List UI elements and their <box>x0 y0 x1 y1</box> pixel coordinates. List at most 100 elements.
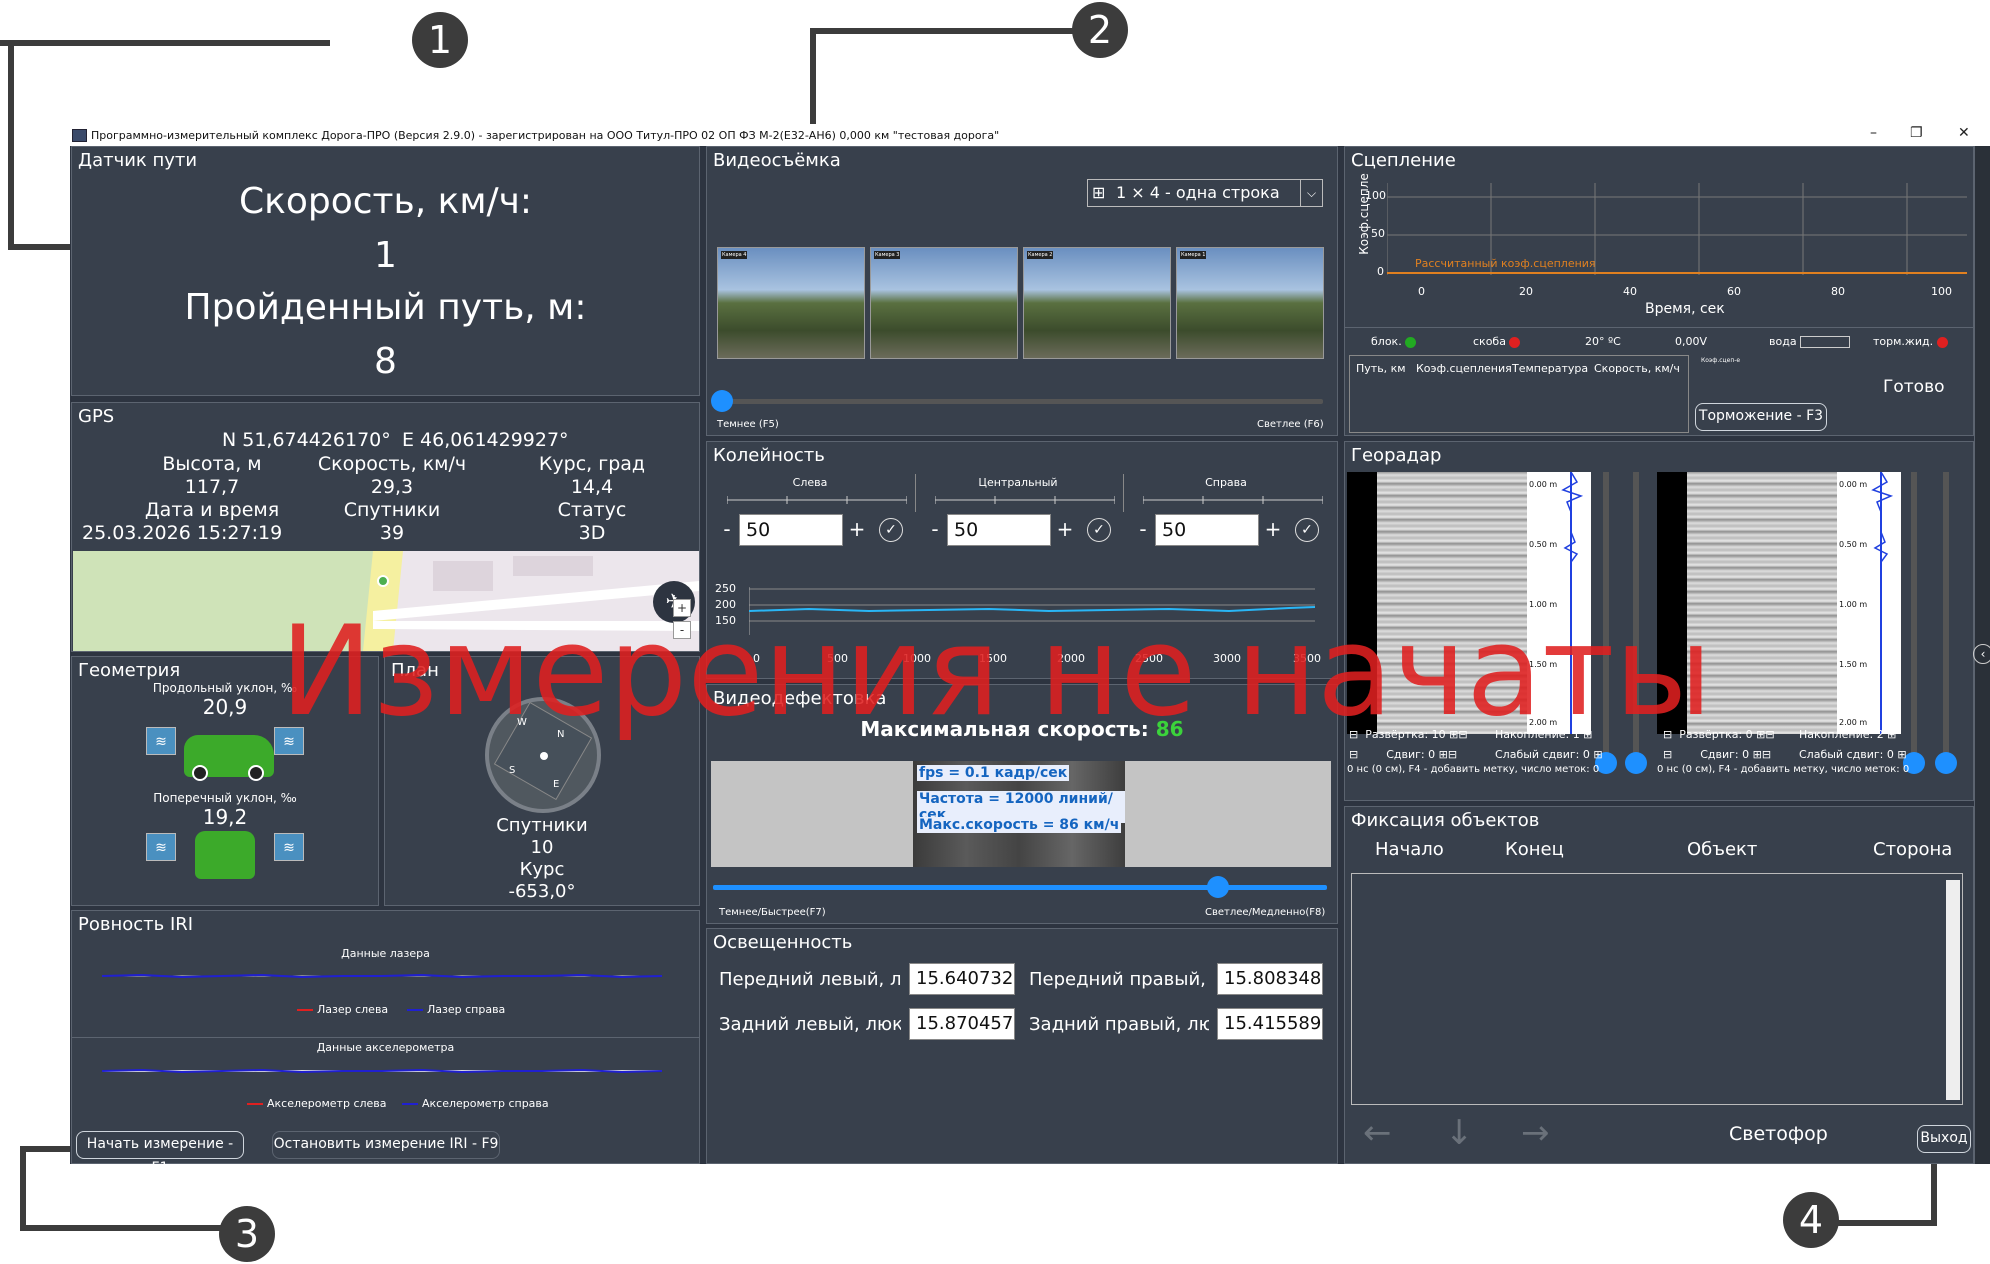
rut-right-check[interactable]: ✓ <box>1295 518 1319 542</box>
rut-center-input[interactable]: 50 <box>947 514 1051 546</box>
panel-title: Геометрия <box>78 660 181 681</box>
bracket-status: скоба <box>1473 335 1521 348</box>
small-traction-label: Коэф.сцеп-е <box>1701 357 1741 364</box>
defects-slider-thumb[interactable] <box>1207 876 1229 898</box>
rut-right-plus[interactable]: + <box>1263 514 1283 546</box>
front-left-value[interactable]: 15.640732 <box>909 963 1015 995</box>
table-header: Температура <box>1512 362 1589 375</box>
radar-left-info: 0 нс (0 см), F4 - добавить метку, число … <box>1347 764 1600 775</box>
brake-fluid-status: торм.жид. <box>1873 335 1948 348</box>
traction-x-tick: 40 <box>1623 285 1637 298</box>
fixation-header: Сторона <box>1873 839 1953 860</box>
rear-left-value[interactable]: 15.870457 <box>909 1008 1015 1040</box>
arrow-right-icon[interactable]: → <box>1521 1113 1550 1153</box>
datetime-value: 25.03.2026 15:27:19 <box>82 522 283 544</box>
brake-fluid-status-icon <box>1936 336 1948 348</box>
radar-right-slider2[interactable] <box>1943 472 1949 766</box>
block-status-icon <box>1405 336 1417 348</box>
traction-panel: Сцепление Коэф.сцепле 100 50 0 Рассчитан… <box>1344 146 1974 436</box>
callout-line <box>0 40 330 46</box>
radar-right-weak: Слабый сдвиг: 0 ⊞ <box>1799 748 1907 761</box>
gps-speed-label: Скорость, км/ч <box>317 453 467 475</box>
darker-label: Темнее (F5) <box>717 419 779 430</box>
arrow-left-icon[interactable]: ← <box>1363 1113 1392 1153</box>
traffic-light-label[interactable]: Светофор <box>1729 1123 1828 1145</box>
radar-right-slider2-thumb[interactable] <box>1935 752 1957 774</box>
chevron-left-icon[interactable]: ‹ <box>1973 644 1990 664</box>
panel-title: GPS <box>78 406 115 427</box>
stop-iri-button[interactable]: Остановить измерение IRI - F9 <box>272 1131 500 1159</box>
rut-chart-y-tick: 250 <box>715 582 736 595</box>
traction-x-tick: 60 <box>1727 285 1741 298</box>
location-marker-icon <box>377 575 389 587</box>
scrollbar[interactable] <box>1946 880 1960 1100</box>
video-panel: Видеосъёмка ⊞ 1 × 4 - одна строка ⌵ Каме… <box>706 146 1338 436</box>
wifi-left-icon: ≋ <box>146 727 176 755</box>
fixation-list[interactable] <box>1351 873 1963 1105</box>
brightness-track[interactable] <box>719 399 1323 404</box>
rut-right-minus[interactable]: - <box>1133 514 1153 546</box>
depth-label: 0.00 m <box>1839 480 1868 489</box>
camera-view[interactable]: Камера 4 <box>717 247 865 359</box>
iri-panel: Ровность IRI Данные лазера Лазер слева Л… <box>71 910 700 1176</box>
exit-button[interactable]: Выход <box>1917 1125 1971 1153</box>
panel-title: Фиксация объектов <box>1351 810 1540 831</box>
defects-slider-track[interactable] <box>713 885 1327 890</box>
traction-x-tick: 0 <box>1418 285 1425 298</box>
depth-label: 0.50 m <box>1839 540 1868 549</box>
panel-title: Видеосъёмка <box>713 150 841 171</box>
callout-line <box>1931 1160 1937 1224</box>
brake-button[interactable]: Торможение - F3 <box>1695 403 1827 431</box>
callout-1: 1 <box>412 12 468 68</box>
brightness-thumb[interactable] <box>711 390 733 412</box>
camera-view[interactable]: Камера 3 <box>870 247 1018 359</box>
rut-center-plus[interactable]: + <box>1055 514 1075 546</box>
arrow-down-icon[interactable]: ↓ <box>1445 1113 1474 1153</box>
sensor-panel: Датчик пути Скорость, км/ч: 1 Пройденный… <box>71 146 700 396</box>
front-right-value[interactable]: 15.808348 <box>1217 963 1323 995</box>
gps-longitude: E 46,061429927° <box>402 429 569 451</box>
accel-left-legend: Акселерометр слева <box>247 1097 387 1110</box>
camera-view[interactable]: Камера 1 <box>1176 247 1324 359</box>
defects-darker-label: Темнее/Быстрее(F7) <box>719 907 826 918</box>
rut-center-check[interactable]: ✓ <box>1087 518 1111 542</box>
rut-left-label: Слева <box>792 476 828 489</box>
table-header: Коэф.сцепления <box>1416 362 1512 375</box>
camera-view[interactable]: Камера 2 <box>1023 247 1171 359</box>
rut-left-check[interactable]: ✓ <box>879 518 903 542</box>
distance-label: Пройденный путь, м: <box>184 287 587 328</box>
wheel-icon <box>192 765 208 781</box>
fps-label: fps = 0.1 кадр/сек <box>917 765 1070 781</box>
start-measurement-button[interactable]: Начать измерение - F1 <box>76 1131 244 1176</box>
rut-left-plus[interactable]: + <box>847 514 867 546</box>
traction-x-tick: 80 <box>1831 285 1845 298</box>
layout-select[interactable]: ⊞ 1 × 4 - одна строка ⌵ <box>1087 179 1323 207</box>
app-icon <box>72 128 87 142</box>
gps-latitude: N 51,674426170° <box>222 429 391 451</box>
not-started-overlay: Измерения не начаты <box>280 600 1713 744</box>
rut-right-input[interactable]: 50 <box>1155 514 1259 546</box>
laser-chart-title: Данные лазера <box>341 947 430 960</box>
rut-left-minus[interactable]: - <box>717 514 737 546</box>
speed-label: Скорость, км/ч: <box>238 181 533 222</box>
front-left-label: Передний левый, лі <box>719 969 901 990</box>
plan-sat-label: Спутники <box>496 815 588 836</box>
radar-left-slider2-thumb[interactable] <box>1625 752 1647 774</box>
minimize-button[interactable]: – <box>1870 125 1877 141</box>
temp-status: 20° ºC <box>1585 335 1621 348</box>
rut-center-minus[interactable]: - <box>925 514 945 546</box>
accel-chart <box>102 1068 662 1074</box>
rear-right-label: Задний правый, лю <box>1029 1014 1209 1035</box>
gps-speed-value: 29,3 <box>370 476 414 498</box>
radar-right-slider1[interactable] <box>1911 472 1917 766</box>
compass-s: S <box>509 765 516 776</box>
callout-line <box>8 40 14 250</box>
rut-left-input[interactable]: 50 <box>739 514 843 546</box>
ready-status: Готово <box>1883 377 1945 397</box>
rear-right-value[interactable]: 15.415589 <box>1217 1008 1323 1040</box>
close-button[interactable]: ✕ <box>1958 125 1970 141</box>
compass-e: E <box>553 779 560 790</box>
maximize-button[interactable]: ❐ <box>1910 125 1923 141</box>
chevron-down-icon: ⌵ <box>1300 180 1322 206</box>
wifi-right-icon: ≋ <box>274 833 304 861</box>
